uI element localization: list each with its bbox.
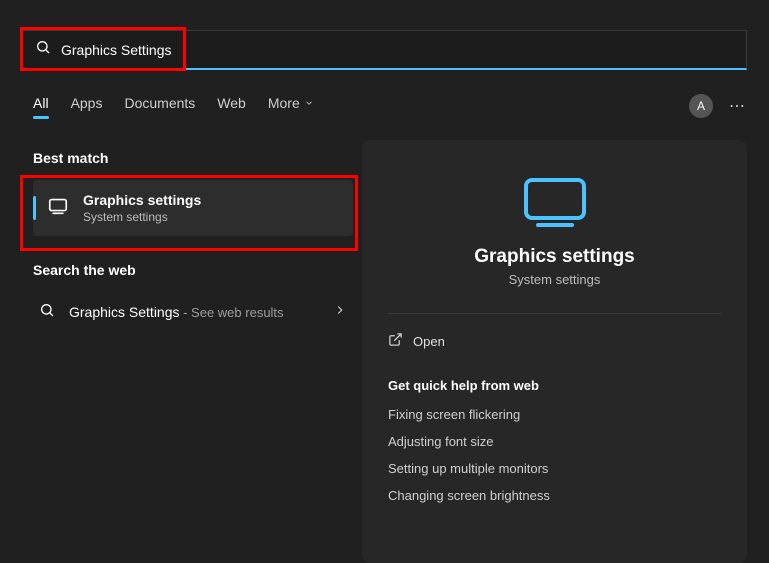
monitor-icon	[47, 195, 69, 222]
results-column: Best match Graphics settings System sett…	[33, 150, 353, 333]
preview-title: Graphics settings	[388, 246, 721, 268]
search-bar-container	[22, 30, 747, 70]
open-label: Open	[413, 334, 445, 349]
web-result-suffix: - See web results	[180, 305, 284, 320]
web-result-text: Graphics Settings - See web results	[69, 304, 284, 322]
tab-documents[interactable]: Documents	[124, 95, 195, 117]
help-link-brightness[interactable]: Changing screen brightness	[388, 488, 721, 503]
help-link-font-size[interactable]: Adjusting font size	[388, 434, 721, 449]
search-icon	[35, 39, 51, 60]
preview-subtitle: System settings	[388, 272, 721, 287]
open-action[interactable]: Open	[388, 332, 721, 350]
divider	[388, 313, 721, 314]
result-text: Graphics settings System settings	[83, 192, 201, 224]
monitor-large-icon	[388, 178, 721, 228]
web-result-item[interactable]: Graphics Settings - See web results	[33, 292, 353, 333]
active-tab-indicator	[33, 116, 49, 119]
web-search-section: Search the web Graphics Settings - See w…	[33, 262, 353, 333]
more-options-button[interactable]: ⋯	[729, 96, 747, 116]
chevron-right-icon	[333, 303, 347, 322]
preview-panel: Graphics settings System settings Open G…	[362, 140, 747, 563]
tab-more-label: More	[268, 95, 300, 111]
help-link-flickering[interactable]: Fixing screen flickering	[388, 407, 721, 422]
chevron-down-icon	[304, 95, 314, 111]
tab-more[interactable]: More	[268, 95, 314, 117]
search-icon	[39, 302, 55, 323]
search-bar[interactable]	[22, 30, 747, 70]
web-result-title: Graphics Settings	[69, 304, 180, 320]
best-match-label: Best match	[33, 150, 353, 166]
selection-indicator	[33, 196, 36, 220]
filter-tabs: All Apps Documents Web More A ⋯	[33, 94, 747, 118]
tab-apps[interactable]: Apps	[71, 95, 103, 117]
tab-web[interactable]: Web	[217, 95, 246, 117]
result-title: Graphics settings	[83, 192, 201, 208]
search-input[interactable]	[61, 42, 734, 58]
tab-all[interactable]: All	[33, 95, 49, 117]
best-match-result[interactable]: Graphics settings System settings	[33, 180, 353, 236]
search-web-label: Search the web	[33, 262, 353, 278]
user-avatar[interactable]: A	[689, 94, 713, 118]
result-subtitle: System settings	[83, 210, 201, 224]
open-external-icon	[388, 332, 403, 350]
quick-help-label: Get quick help from web	[388, 378, 721, 393]
help-link-multiple-monitors[interactable]: Setting up multiple monitors	[388, 461, 721, 476]
